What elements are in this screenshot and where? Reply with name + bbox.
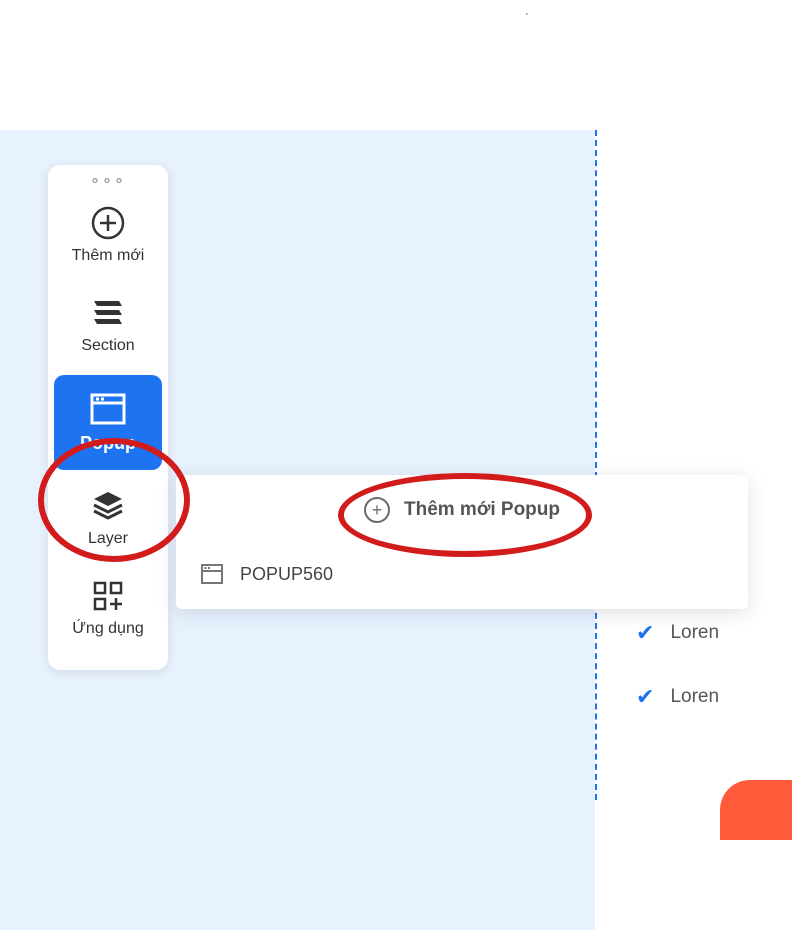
stray-dot: · [525, 8, 529, 20]
popup-item-name: POPUP560 [240, 564, 333, 585]
check-icon: ✔ [636, 684, 654, 710]
layers-icon [88, 488, 128, 524]
plus-circle-icon [88, 205, 128, 241]
sidebar-item-apps[interactable]: Ứng dụng [48, 564, 168, 654]
popup-window-icon [200, 563, 224, 585]
sidebar-item-label: Popup [80, 433, 136, 454]
sidebar-item-label: Layer [88, 530, 128, 548]
section-icon [88, 295, 128, 331]
add-popup-label: Thêm mới Popup [404, 499, 560, 521]
add-popup-button[interactable]: + Thêm mới Popup [176, 475, 748, 545]
list-item-text: Loren [670, 686, 719, 708]
list-item: ✔ Loren [636, 620, 719, 646]
cta-button-partial[interactable] [720, 780, 792, 840]
sidebar-item-layer[interactable]: Layer [48, 474, 168, 564]
popup-flyout-panel: + Thêm mới Popup POPUP560 [176, 475, 748, 609]
sidebar-item-label: Ứng dụng [72, 620, 144, 638]
sidebar-item-section[interactable]: Section [48, 281, 168, 371]
sidebar-item-label: Thêm mới [72, 247, 145, 265]
sidebar-item-add-new[interactable]: Thêm mới [48, 191, 168, 281]
toolbar-sidebar: ∘∘∘ Thêm mới Section [48, 165, 168, 670]
plus-circle-icon: + [364, 497, 390, 523]
sidebar-item-label: Section [81, 337, 134, 355]
sidebar-item-popup[interactable]: Popup [54, 375, 162, 470]
check-icon: ✔ [636, 620, 654, 646]
dashed-divider [595, 130, 597, 800]
list-item-text: Loren [670, 622, 719, 644]
apps-grid-icon [88, 578, 128, 614]
popup-window-icon [88, 391, 128, 427]
popup-list-item[interactable]: POPUP560 [176, 545, 748, 609]
list-item: ✔ Loren [636, 684, 719, 710]
sidebar-drag-handle[interactable]: ∘∘∘ [48, 177, 168, 191]
